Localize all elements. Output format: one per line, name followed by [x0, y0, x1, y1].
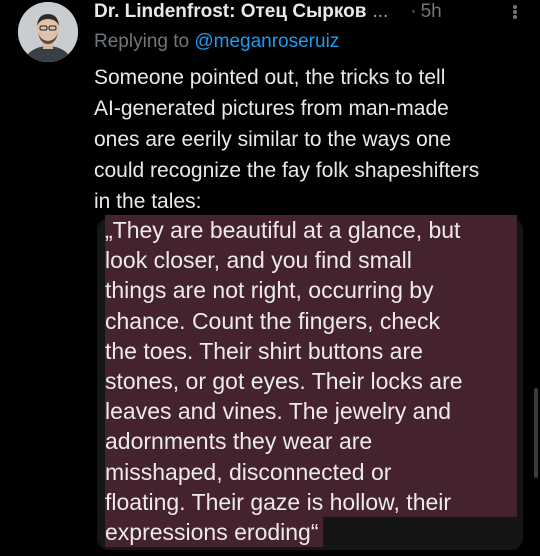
separator-dot: ·: [410, 1, 417, 22]
quote-line: leaves and vines. The jewelry and: [105, 396, 517, 427]
avatar-image: [18, 2, 78, 62]
tweet-body-line: in the tales:: [94, 190, 202, 213]
quote-line: stones, or got eyes. Their locks are: [105, 366, 517, 397]
reply-handle-link[interactable]: @meganroseruiz: [194, 31, 339, 52]
author-name[interactable]: Dr. Lindenfrost: Отец Сырков: [94, 0, 366, 24]
tweet-body-line: AI-generated pictures from man-made: [94, 97, 449, 120]
timestamp[interactable]: 5h: [421, 0, 442, 24]
quote-line: „They are beautiful at a glance, but: [105, 215, 517, 246]
quote-line: floating. Their gaze is hollow, their: [105, 486, 517, 518]
quote-line: misshaped, disconnected or: [105, 456, 517, 487]
quote-line: expressions eroding“: [105, 517, 323, 548]
name-truncation: ...: [372, 1, 389, 22]
scrollbar-thumb[interactable]: [534, 388, 538, 478]
quote-line: look closer, and you find small: [105, 245, 517, 276]
tweet-body: Someone pointed out, the tricks to tell …: [94, 62, 534, 217]
quote-line: adornments they wear are: [105, 426, 517, 457]
quote-line: chance. Count the fingers, check: [105, 305, 517, 336]
reply-context: Replying to @meganroseruiz: [94, 30, 339, 54]
more-options-icon[interactable]: [512, 2, 518, 22]
quote-text-block: „They are beautiful at a glance, but loo…: [105, 215, 517, 548]
tweet-body-line: Someone pointed out, the tricks to tell: [94, 66, 446, 89]
author-avatar[interactable]: [18, 2, 78, 62]
tweet-header: Dr. Lindenfrost: Отец Сырков ... · 5h: [94, 0, 530, 24]
tweet-body-line: ones are eerily similar to the ways one: [94, 128, 452, 151]
tweet-body-line: could recognize the fay folk shapeshifte…: [94, 159, 480, 182]
quote-line: things are not right, occurring by: [105, 275, 517, 306]
reply-prefix: Replying to: [94, 31, 190, 52]
quote-line: the toes. Their shirt buttons are: [105, 335, 517, 367]
